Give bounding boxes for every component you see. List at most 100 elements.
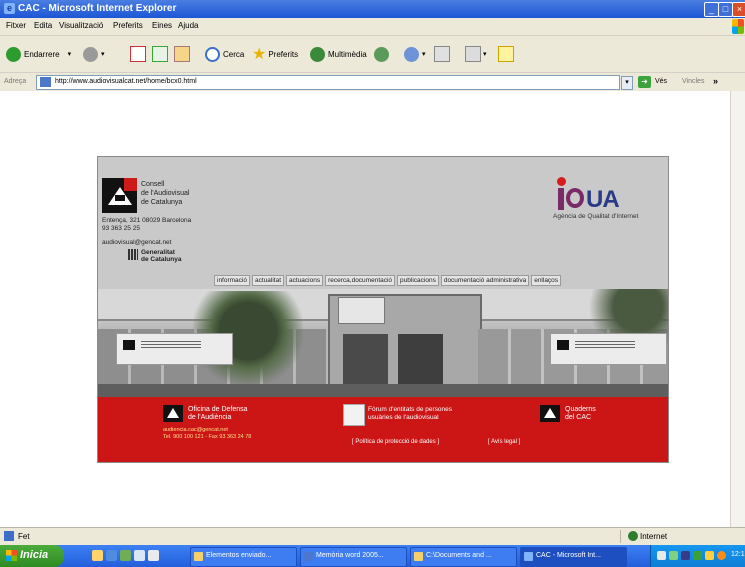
oficina-logo[interactable] xyxy=(163,405,183,422)
forward-button[interactable]: ▾ xyxy=(83,44,105,64)
ie-task-icon xyxy=(524,552,533,561)
cac-address: Entença, 321 08029 Barcelona xyxy=(102,217,192,224)
sign-left xyxy=(116,333,233,365)
task-folder[interactable]: C:\Documents and ... xyxy=(410,547,517,567)
close-button[interactable]: × xyxy=(732,2,745,17)
menu-tools[interactable]: Eines xyxy=(152,21,172,30)
security-zone: Internet xyxy=(640,532,668,541)
refresh-icon xyxy=(152,46,168,62)
forward-dropdown-icon[interactable]: ▾ xyxy=(101,50,105,58)
site-nav: informació actualitat actuacions recerca… xyxy=(214,275,562,286)
task-ie[interactable]: CAC - Microsoft Int... xyxy=(520,547,627,567)
quicklaunch-folder-icon[interactable] xyxy=(92,550,103,561)
forums-logo[interactable] xyxy=(343,404,365,426)
edit-button[interactable]: ▾ xyxy=(465,44,487,64)
page-icon xyxy=(40,77,51,87)
privacy-policy-link[interactable]: [ Política de protecció de dades ] xyxy=(352,439,439,445)
menu-favorites[interactable]: Preferits xyxy=(113,21,143,30)
iqua-logo-text: UA xyxy=(586,186,620,213)
cac-email-link[interactable]: audiovisual@gencat.net xyxy=(102,239,171,246)
task-word[interactable]: Memòria word 2005... xyxy=(300,547,407,567)
tray-update-icon[interactable] xyxy=(717,551,726,560)
print-button[interactable] xyxy=(434,44,452,64)
toolbar: Endarrere ▾ ▾ Cerca ★ Preferits Multimèd… xyxy=(0,36,745,73)
links-chevron-icon[interactable]: » xyxy=(713,76,718,86)
favorites-button[interactable]: ★ Preferits xyxy=(252,44,298,64)
maximize-button[interactable]: □ xyxy=(718,2,733,17)
menu-view[interactable]: Visualització xyxy=(59,21,103,30)
nav-enllacos[interactable]: enllaços xyxy=(531,275,562,286)
address-dropdown-icon[interactable]: ▾ xyxy=(621,76,633,90)
refresh-button[interactable] xyxy=(152,44,170,64)
mail-button[interactable]: ▾ xyxy=(404,44,426,64)
back-button[interactable]: Endarrere ▾ xyxy=(6,44,71,64)
links-label[interactable]: Vincles xyxy=(682,78,704,85)
vertical-scrollbar[interactable] xyxy=(730,91,745,527)
quaderns-link[interactable]: Quaderns del CAC xyxy=(565,406,596,422)
folder-task-icon xyxy=(414,552,423,561)
search-button[interactable]: Cerca xyxy=(205,44,244,64)
task-ie-label: CAC - Microsoft Int... xyxy=(536,552,601,559)
tray-security-icon[interactable] xyxy=(693,551,702,560)
quicklaunch-media-icon[interactable] xyxy=(120,550,131,561)
nav-publicacions[interactable]: publicacions xyxy=(397,275,439,286)
quicklaunch-app-icon[interactable] xyxy=(148,550,159,561)
footer-banner: Oficina de Defensa de l'Audiència audien… xyxy=(98,397,668,462)
go-arrow-icon[interactable]: ➜ xyxy=(638,76,651,88)
window-title-bar[interactable]: e CAC - Microsoft Internet Explorer _ □ … xyxy=(0,0,745,18)
address-label: Adreça xyxy=(4,78,27,85)
nav-actualitat[interactable]: actualitat xyxy=(251,275,285,286)
star-icon: ★ xyxy=(252,46,267,63)
forums-link[interactable]: Fòrum d'entitats de persones usuàries de… xyxy=(368,406,452,422)
favorites-label: Preferits xyxy=(268,49,299,59)
media-button[interactable]: Multimèdia xyxy=(310,44,367,64)
task-mail-label: Elementos enviado... xyxy=(206,552,272,559)
address-bar: Adreça http://www.audiovisualcat.net/hom… xyxy=(0,73,745,92)
word-task-icon xyxy=(304,552,313,561)
back-dropdown-icon[interactable]: ▾ xyxy=(68,50,72,58)
iqua-subtitle: Agència de Qualitat d'Internet xyxy=(553,213,639,220)
messenger-button[interactable] xyxy=(498,44,516,64)
sign-right xyxy=(550,333,667,365)
cac-logo[interactable] xyxy=(102,178,137,213)
oficina-email[interactable]: audiencia.cac@gencat.net xyxy=(163,427,228,433)
history-icon xyxy=(374,46,389,62)
start-button[interactable]: Inicia xyxy=(0,545,64,567)
home-button[interactable] xyxy=(174,44,192,64)
nav-recerca[interactable]: recerca,documentació xyxy=(325,275,396,286)
menu-bar: Fitxer Edita Visualització Preferits Ein… xyxy=(0,18,745,36)
tray-antivirus-icon[interactable] xyxy=(669,551,678,560)
task-word-label: Memòria word 2005... xyxy=(316,552,384,559)
mail-dropdown-icon[interactable]: ▾ xyxy=(422,50,426,58)
edit-dropdown-icon[interactable]: ▾ xyxy=(483,50,487,58)
media-icon xyxy=(310,46,325,62)
menu-help[interactable]: Ajuda xyxy=(178,21,198,30)
status-bar: Fet Internet xyxy=(0,527,745,545)
tray-network-icon[interactable] xyxy=(657,551,666,560)
iqua-logo[interactable]: UA xyxy=(538,175,658,235)
nav-documentacio-administrativa[interactable]: documentació administrativa xyxy=(440,275,530,286)
address-input[interactable]: http://www.audiovisualcat.net/home/bcx0.… xyxy=(36,75,620,90)
print-icon xyxy=(434,46,450,62)
menu-file[interactable]: Fitxer xyxy=(6,21,26,30)
stop-button[interactable] xyxy=(130,44,148,64)
menu-edit[interactable]: Edita xyxy=(34,21,52,30)
task-mail[interactable]: Elementos enviado... xyxy=(190,547,297,567)
quicklaunch-ie-icon[interactable] xyxy=(106,550,117,561)
nav-informacio[interactable]: informació xyxy=(214,275,250,286)
status-text: Fet xyxy=(18,532,30,541)
tray-messenger-icon[interactable] xyxy=(705,551,714,560)
quicklaunch-desktop-icon[interactable] xyxy=(134,550,145,561)
history-button[interactable] xyxy=(374,44,392,64)
oficina-link[interactable]: Oficina de Defensa de l'Audiència xyxy=(188,406,248,422)
task-folder-label: C:\Documents and ... xyxy=(426,552,492,559)
search-icon xyxy=(205,46,220,62)
legal-notice-link[interactable]: [ Avís legal ] xyxy=(488,439,520,445)
nav-actuacions[interactable]: actuacions xyxy=(286,275,324,286)
go-button[interactable]: Vés xyxy=(655,78,667,85)
clock[interactable]: 12:1 xyxy=(731,551,745,558)
tray-app-icon[interactable] xyxy=(681,551,690,560)
oficina-phone: Tel. 900 100 121 - Fax 93 363 24 78 xyxy=(163,434,252,440)
minimize-button[interactable]: _ xyxy=(704,2,719,17)
quaderns-logo[interactable] xyxy=(540,405,560,422)
